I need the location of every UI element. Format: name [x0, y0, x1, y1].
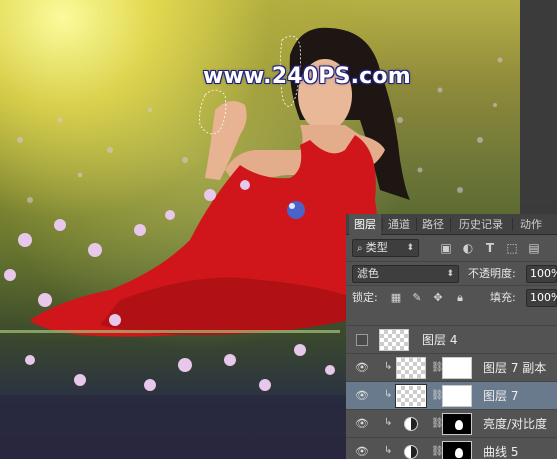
tab-layers[interactable]: 图层 [349, 214, 381, 235]
layer-mask-thumbnail[interactable] [442, 441, 472, 459]
layer-name[interactable]: 亮度/对比度 [483, 416, 547, 432]
lock-all-icon[interactable]: 🔒︎ [453, 291, 467, 305]
link-chain-icon[interactable]: ⛓︎ [431, 445, 444, 458]
clipping-arrow-icon: ↳ [384, 389, 393, 400]
curves-adjustment-icon[interactable] [404, 445, 418, 459]
lock-transparent-icon[interactable]: ▦ [389, 291, 403, 305]
layer-row[interactable]: 👁︎ ↳ ⛓︎ 曲线 5 [346, 437, 557, 459]
chevron-down-icon: ⬍ [406, 243, 414, 253]
layer-name[interactable]: 曲线 5 [483, 444, 518, 459]
eye-icon[interactable]: 👁︎ [355, 417, 369, 431]
workspace-background [520, 0, 557, 205]
blend-mode-value: 滤色 [357, 267, 379, 280]
layers-panel: 图层 通道 路径 历史记录 动作 ⌕ 类型 ⬍ ▣ ◐ T ⬚ ▤ 滤色 ⬍ 不… [346, 214, 557, 459]
link-chain-icon[interactable]: ⛓︎ [431, 389, 444, 402]
mask-shape [455, 448, 463, 458]
tab-paths[interactable]: 路径 [417, 214, 449, 235]
adjustment-filter-icon[interactable]: ◐ [460, 240, 476, 256]
visibility-toggle-off[interactable] [356, 334, 368, 346]
tab-history[interactable]: 历史记录 [451, 214, 511, 235]
layer-mask-thumbnail[interactable] [442, 413, 472, 435]
opacity-field[interactable]: 100% [526, 265, 557, 283]
fill-field[interactable]: 100% [526, 289, 557, 307]
smart-object-filter-icon[interactable]: ▤ [526, 240, 542, 256]
eye-icon[interactable]: 👁︎ [355, 445, 369, 459]
opacity-label: 不透明度: [468, 267, 516, 280]
watermark-text: www.240PS.com [203, 64, 411, 89]
layer-thumbnail[interactable] [396, 357, 426, 379]
clipping-arrow-icon: ↳ [384, 445, 393, 456]
layer-name[interactable]: 图层 7 [483, 388, 518, 404]
layer-row[interactable]: 图层 4 [346, 325, 557, 353]
layer-filter-row: ⌕ 类型 ⬍ ▣ ◐ T ⬚ ▤ [346, 235, 557, 261]
search-icon: ⌕ [357, 243, 366, 254]
panel-tab-bar: 图层 通道 路径 历史记录 动作 [346, 214, 557, 235]
layer-name[interactable]: 图层 7 副本 [483, 360, 546, 376]
clipping-arrow-icon: ↳ [384, 417, 393, 428]
tab-channels[interactable]: 通道 [383, 214, 415, 235]
eye-icon[interactable]: 👁︎ [355, 361, 369, 375]
layer-row-selected[interactable]: 👁︎ ↳ ⛓︎ 图层 7 [346, 381, 557, 409]
clipping-arrow-icon: ↳ [384, 361, 393, 372]
layer-row[interactable]: 👁︎ ↳ ⛓︎ 图层 7 副本 [346, 353, 557, 381]
filter-kind-select[interactable]: ⌕ 类型 ⬍ [352, 239, 419, 257]
eye-icon[interactable]: 👁︎ [355, 389, 369, 403]
link-chain-icon[interactable]: ⛓︎ [431, 417, 444, 430]
filter-kind-label: 类型 [365, 241, 388, 254]
lock-label: 锁定: [352, 291, 378, 304]
lock-row: 锁定: ▦ ✎ ✥ 🔒︎ 填充: 100% [346, 285, 557, 309]
fill-label: 填充: [490, 291, 516, 304]
link-chain-icon[interactable]: ⛓︎ [431, 361, 444, 374]
chevron-down-icon: ⬍ [446, 269, 454, 279]
brightness-contrast-adjustment-icon[interactable] [404, 417, 418, 431]
type-filter-icon[interactable]: T [482, 240, 498, 256]
layer-row[interactable]: 👁︎ ↳ ⛓︎ 亮度/对比度 [346, 409, 557, 437]
pixel-filter-icon[interactable]: ▣ [438, 240, 454, 256]
shape-filter-icon[interactable]: ⬚ [504, 240, 520, 256]
mask-shape [455, 420, 463, 430]
layer-thumbnail[interactable] [396, 385, 426, 407]
blend-mode-select[interactable]: 滤色 ⬍ [352, 265, 459, 283]
layer-mask-thumbnail[interactable] [442, 385, 472, 407]
blend-mode-row: 滤色 ⬍ 不透明度: 100% [346, 261, 557, 285]
layer-name[interactable]: 图层 4 [422, 332, 457, 348]
lock-move-icon[interactable]: ✥ [431, 291, 445, 305]
layer-thumbnail[interactable] [379, 329, 409, 351]
layer-mask-thumbnail[interactable] [442, 357, 472, 379]
lock-brush-icon[interactable]: ✎ [410, 291, 424, 305]
tab-actions[interactable]: 动作 [513, 214, 549, 235]
